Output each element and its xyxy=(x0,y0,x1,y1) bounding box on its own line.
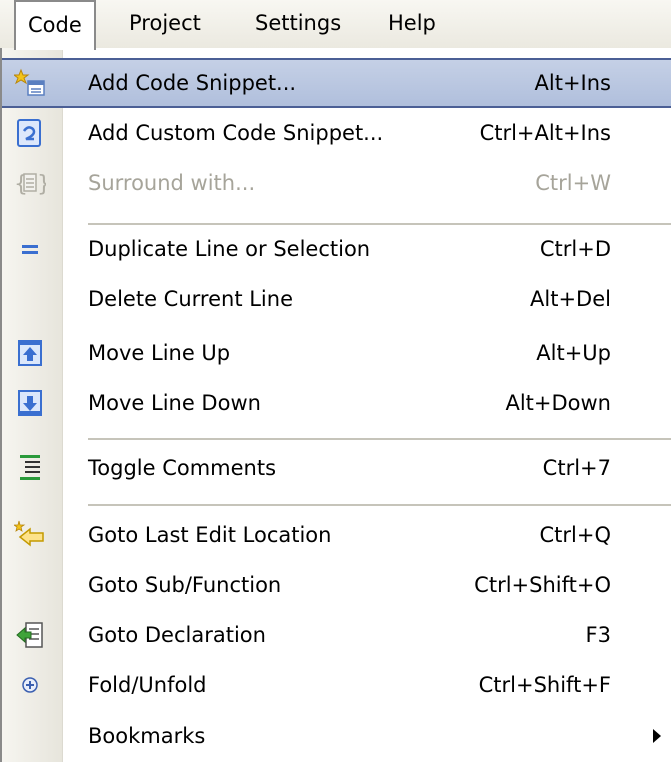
menu-item-label: Goto Sub/Function xyxy=(88,573,282,597)
menu-item-label: Toggle Comments xyxy=(88,456,277,480)
surround-with-icon: { } xyxy=(14,167,51,199)
menu-item-label: Bookmarks xyxy=(88,724,206,748)
menu-item-label: Move Line Up xyxy=(88,341,231,365)
menu-item-label: Add Custom Code Snippet... xyxy=(88,121,384,145)
menu-item-delete-current-line[interactable]: Delete Current Line Alt+Del xyxy=(2,274,671,324)
menu-item-label: Surround with... xyxy=(88,171,256,195)
menu-item-add-custom-code-snippet[interactable]: Add Custom Code Snippet... Ctrl+Alt+Ins xyxy=(2,108,671,158)
menu-item-shortcut: Ctrl+W xyxy=(535,171,611,195)
menu-item-shortcut: Ctrl+Q xyxy=(539,523,612,547)
menu-item-shortcut: Ctrl+7 xyxy=(542,456,611,480)
menubar-code[interactable]: Code xyxy=(14,0,96,50)
menu-item-shortcut: Ctrl+D xyxy=(539,237,611,261)
menu-item-goto-last-edit-location[interactable]: Goto Last Edit Location Ctrl+Q xyxy=(2,510,671,560)
menu-item-toggle-comments[interactable]: Toggle Comments Ctrl+7 xyxy=(2,443,671,493)
menubar-settings[interactable]: Settings xyxy=(243,0,353,48)
menu-item-shortcut: Ctrl+Shift+O xyxy=(474,573,611,597)
menu-item-shortcut: F3 xyxy=(585,623,611,647)
back-arrow-icon xyxy=(12,519,46,551)
arrow-down-icon xyxy=(14,387,46,419)
duplicate-line-icon xyxy=(14,233,46,265)
menu-item-duplicate-line[interactable]: Duplicate Line or Selection Ctrl+D xyxy=(2,224,671,274)
menu-item-goto-sub-function[interactable]: Goto Sub/Function Ctrl+Shift+O xyxy=(2,560,671,610)
menu-bar: Code Project Settings Help xyxy=(0,0,671,50)
menu-item-move-line-up[interactable]: Move Line Up Alt+Up xyxy=(2,328,671,378)
menu-item-goto-declaration[interactable]: Goto Declaration F3 xyxy=(2,610,671,660)
add-custom-snippet-icon xyxy=(14,117,46,149)
fold-plus-icon xyxy=(14,669,46,701)
menu-item-label: Fold/Unfold xyxy=(88,673,207,697)
menu-item-surround-with[interactable]: { } Surround with... Ctrl+W xyxy=(2,158,671,208)
menu-item-label: Add Code Snippet... xyxy=(88,71,297,95)
menu-item-move-line-down[interactable]: Move Line Down Alt+Down xyxy=(2,378,671,428)
menu-separator xyxy=(88,504,671,506)
menu-item-label: Goto Last Edit Location xyxy=(88,523,332,547)
submenu-arrow-icon xyxy=(653,729,661,743)
menu-item-label: Goto Declaration xyxy=(88,623,266,647)
menu-item-shortcut: Ctrl+Shift+F xyxy=(478,673,611,697)
menu-item-label: Duplicate Line or Selection xyxy=(88,237,371,261)
menu-item-fold-unfold[interactable]: Fold/Unfold Ctrl+Shift+F xyxy=(2,660,671,710)
menu-item-shortcut: Alt+Up xyxy=(536,341,611,365)
arrow-up-icon xyxy=(14,337,46,369)
toggle-comments-icon xyxy=(14,452,46,484)
svg-text:}: } xyxy=(37,172,46,197)
menu-item-shortcut: Alt+Del xyxy=(530,287,611,311)
code-menu-dropdown: Add Code Snippet... Alt+Ins Add Custom C… xyxy=(0,48,671,762)
menu-item-label: Delete Current Line xyxy=(88,287,293,311)
menu-item-bookmarks[interactable]: Bookmarks xyxy=(2,711,671,761)
menu-item-add-code-snippet[interactable]: Add Code Snippet... Alt+Ins xyxy=(2,58,671,108)
add-code-snippet-icon xyxy=(12,67,46,99)
menubar-project[interactable]: Project xyxy=(117,0,213,48)
menu-item-label: Move Line Down xyxy=(88,391,261,415)
menu-item-shortcut: Alt+Down xyxy=(505,391,611,415)
goto-declaration-icon xyxy=(14,619,46,651)
menu-separator xyxy=(88,438,671,440)
menubar-help[interactable]: Help xyxy=(376,0,448,48)
menu-item-shortcut: Alt+Ins xyxy=(534,71,611,95)
menu-item-shortcut: Ctrl+Alt+Ins xyxy=(479,121,611,145)
